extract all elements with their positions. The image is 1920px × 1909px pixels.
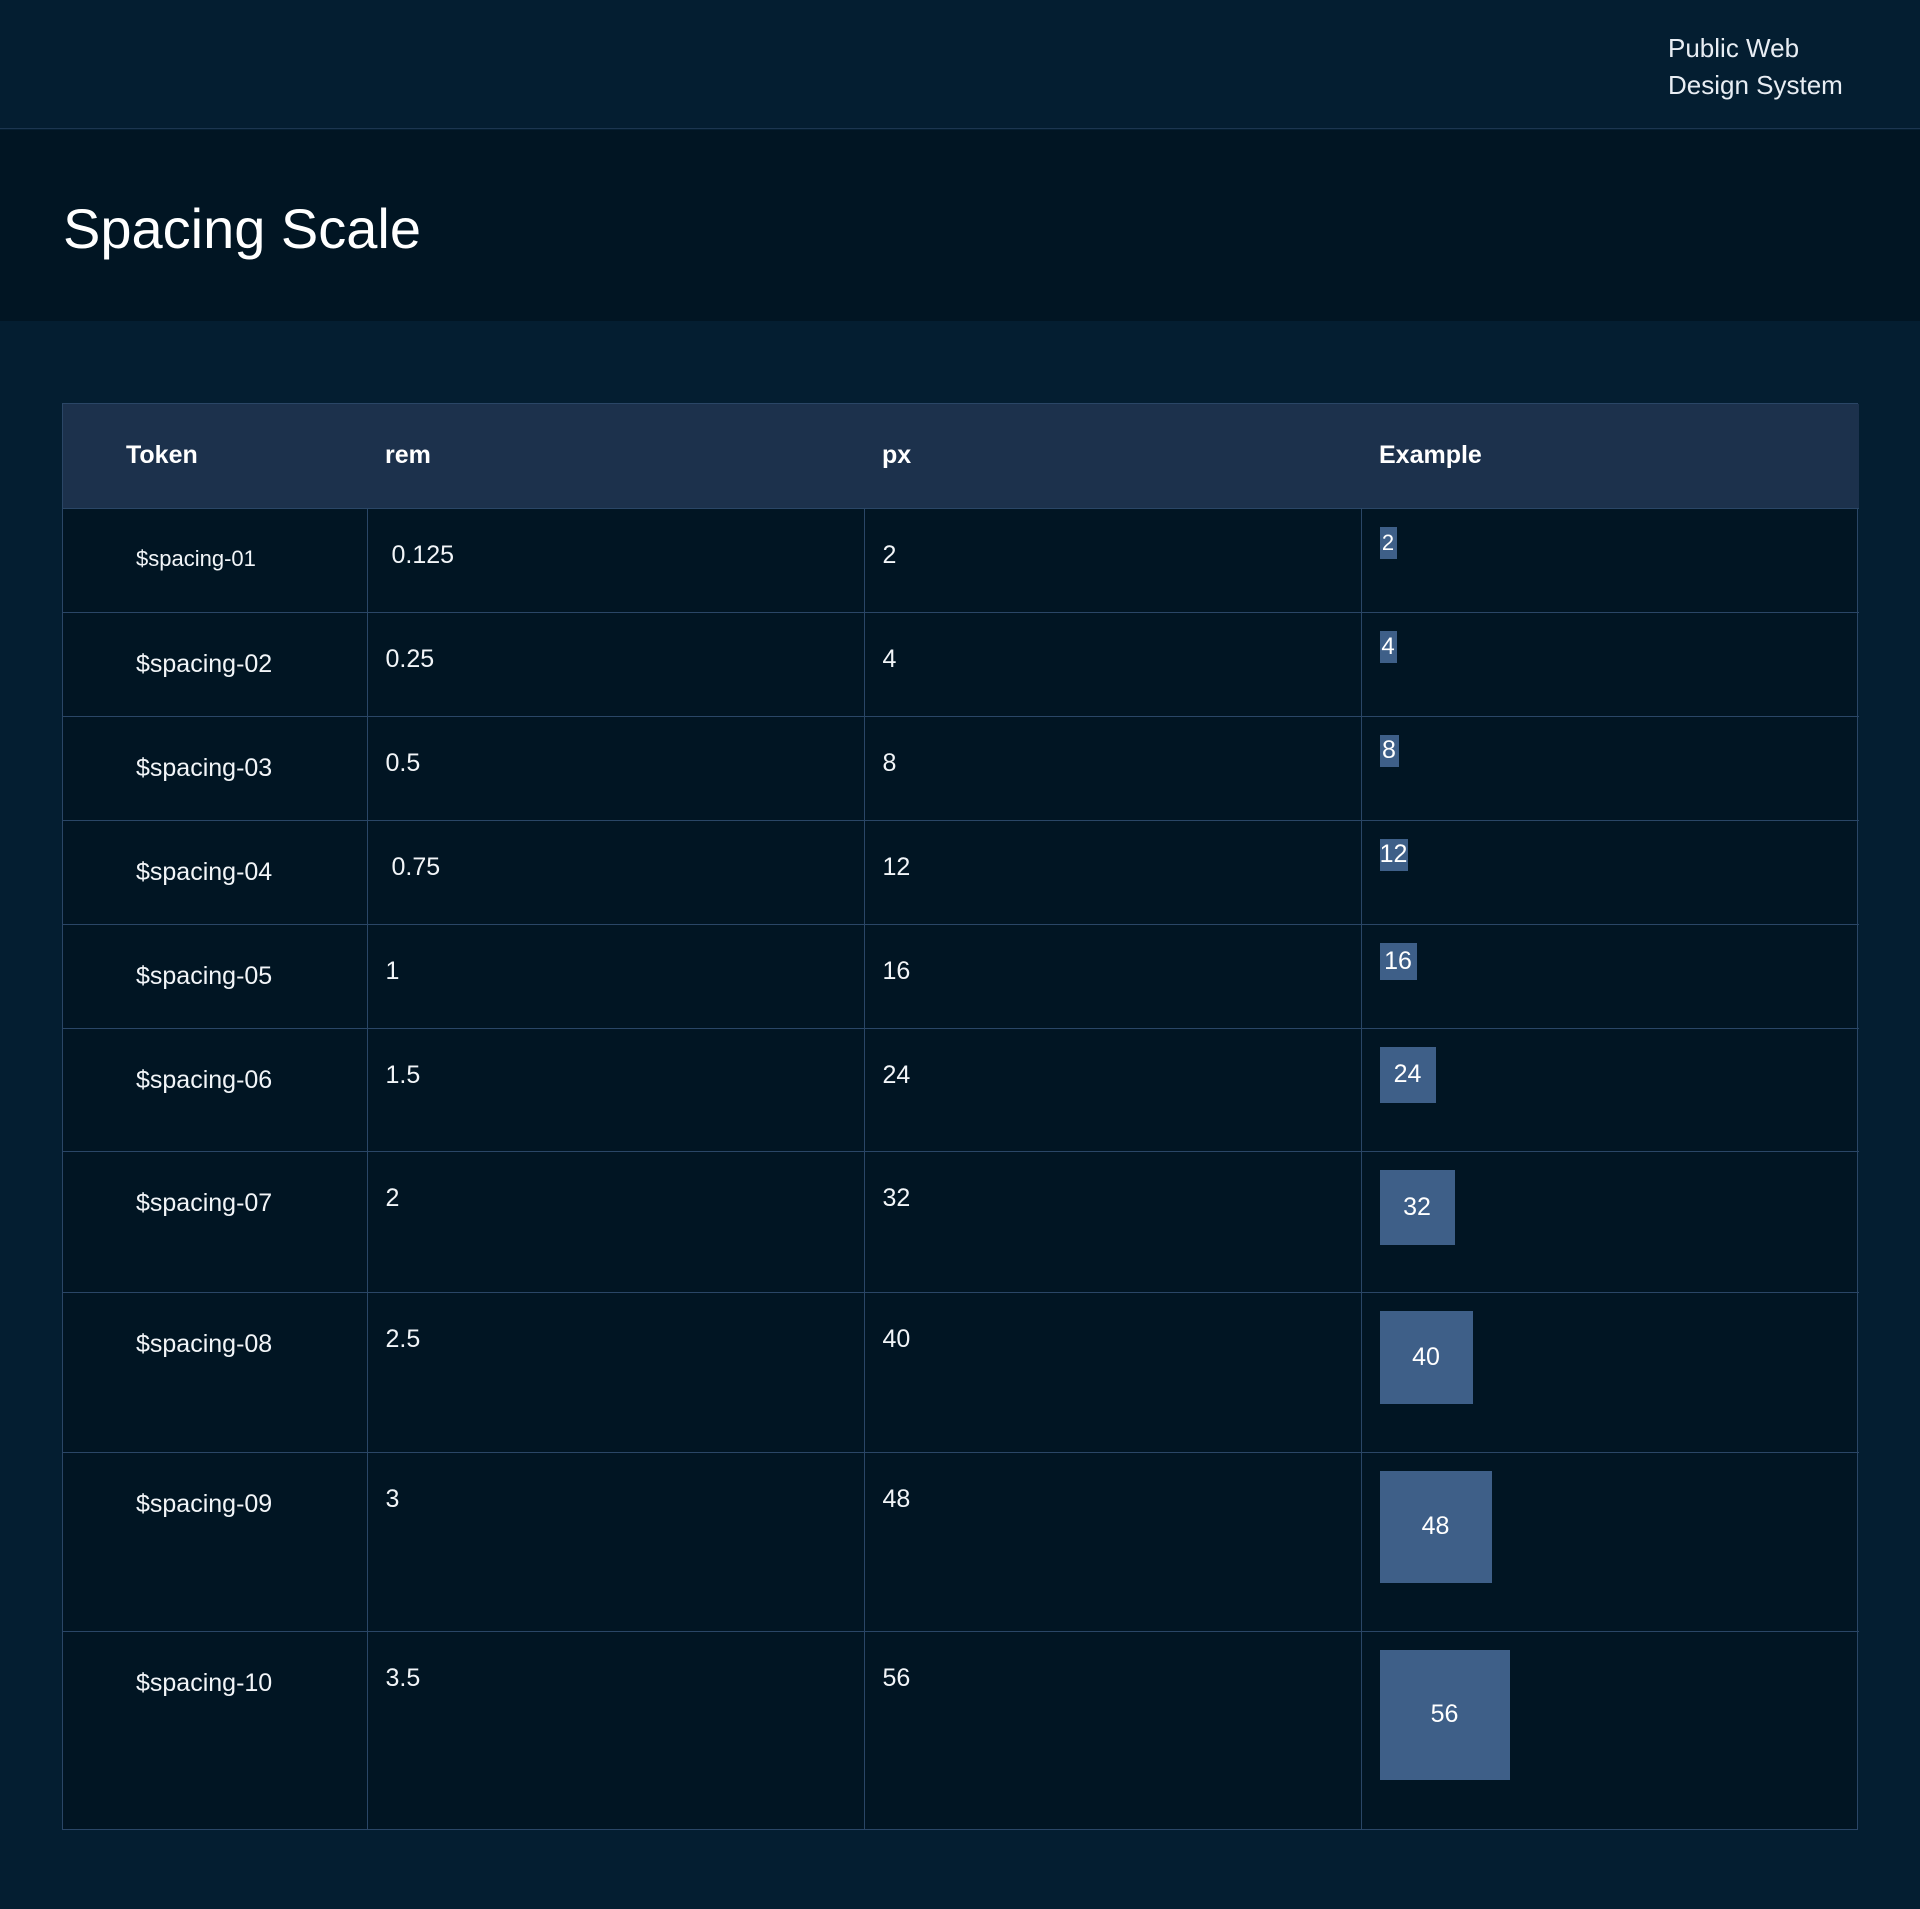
brand-line-2: Design System xyxy=(1668,70,1843,100)
example-cell: 8 xyxy=(1360,715,1859,820)
table-row: $spacing-03 0.5 8 8 xyxy=(63,715,1859,820)
rem-cell: 3.5 xyxy=(366,1630,864,1829)
spacing-swatch: 8 xyxy=(1379,734,1399,767)
px-cell: 40 xyxy=(863,1291,1361,1452)
hero-banner: Spacing Scale xyxy=(0,130,1920,321)
rem-cell: 2 xyxy=(366,1150,864,1292)
column-header-token: Token xyxy=(126,441,198,470)
px-cell: 12 xyxy=(863,819,1361,924)
top-bar: Public Web Design System xyxy=(0,0,1920,129)
token-cell: $spacing-07 xyxy=(63,1150,367,1292)
example-cell: 56 xyxy=(1360,1630,1859,1829)
table-body: $spacing-01 0.125 2 2 $spacing-02 0.25 4 4 $spac… xyxy=(63,507,1859,1829)
rem-cell: 1.5 xyxy=(366,1027,864,1151)
rem-cell: 3 xyxy=(366,1451,864,1631)
example-cell: 24 xyxy=(1360,1027,1859,1151)
column-header-rem: rem xyxy=(385,441,431,470)
example-cell: 40 xyxy=(1360,1291,1859,1452)
token-cell: $spacing-01 xyxy=(63,507,367,612)
px-cell: 24 xyxy=(863,1027,1361,1151)
brand-name[interactable]: Public Web Design System xyxy=(1668,30,1858,104)
example-cell: 32 xyxy=(1360,1150,1859,1292)
token-cell: $spacing-03 xyxy=(63,715,367,820)
rem-cell: 0.25 xyxy=(366,611,864,716)
spacing-swatch: 2 xyxy=(1379,526,1397,559)
spacing-swatch: 48 xyxy=(1379,1470,1492,1583)
example-cell: 16 xyxy=(1360,923,1859,1028)
spacing-table: Token rem px Example $spacing-01 0.125 2 2 $… xyxy=(63,404,1859,1829)
brand-line-1: Public Web xyxy=(1668,33,1800,63)
token-cell: $spacing-04 xyxy=(63,819,367,924)
spacing-swatch: 56 xyxy=(1379,1649,1510,1780)
table-row: $spacing-05 1 16 16 xyxy=(63,923,1859,1028)
px-cell: 56 xyxy=(863,1630,1361,1829)
table-row: $spacing-04 0.75 12 12 xyxy=(63,819,1859,924)
px-cell: 8 xyxy=(863,715,1361,820)
rem-cell: 0.75 xyxy=(366,819,864,924)
spacing-swatch: 4 xyxy=(1379,630,1397,663)
token-cell: $spacing-02 xyxy=(63,611,367,716)
page-title: Spacing Scale xyxy=(63,197,422,260)
token-cell: $spacing-06 xyxy=(63,1027,367,1151)
token-cell: $spacing-09 xyxy=(63,1451,367,1631)
token-cell: $spacing-05 xyxy=(63,923,367,1028)
column-header-px: px xyxy=(882,441,912,470)
px-cell: 32 xyxy=(863,1150,1361,1292)
rem-cell: 1 xyxy=(366,923,864,1028)
table-row: $spacing-08 2.5 40 40 xyxy=(63,1291,1859,1452)
spacing-swatch: 24 xyxy=(1379,1046,1436,1103)
table-row: $spacing-02 0.25 4 4 xyxy=(63,611,1859,716)
px-cell: 48 xyxy=(863,1451,1361,1631)
example-cell: 2 xyxy=(1360,507,1859,612)
px-cell: 4 xyxy=(863,611,1361,716)
px-cell: 2 xyxy=(863,507,1361,612)
table-row: $spacing-07 2 32 32 xyxy=(63,1150,1859,1292)
token-cell: $spacing-08 xyxy=(63,1291,367,1452)
px-cell: 16 xyxy=(863,923,1361,1028)
spacing-swatch: 32 xyxy=(1379,1169,1455,1245)
rem-cell: 2.5 xyxy=(366,1291,864,1452)
rem-cell: 0.125 xyxy=(366,507,864,612)
rem-cell: 0.5 xyxy=(366,715,864,820)
table-header-row: Token rem px Example xyxy=(63,404,1859,508)
example-cell: 4 xyxy=(1360,611,1859,716)
table-row: $spacing-01 0.125 2 2 xyxy=(63,507,1859,612)
table-row: $spacing-09 3 48 48 xyxy=(63,1451,1859,1631)
spacing-swatch: 40 xyxy=(1379,1310,1473,1404)
spacing-table-container: Token rem px Example $spacing-01 0.125 2 2 $… xyxy=(62,403,1859,1830)
example-cell: 48 xyxy=(1360,1451,1859,1631)
table-row: $spacing-10 3.5 56 56 xyxy=(63,1630,1859,1829)
spacing-swatch: 16 xyxy=(1379,942,1417,980)
spacing-swatch: 12 xyxy=(1379,838,1408,871)
example-cell: 12 xyxy=(1360,819,1859,924)
column-header-example: Example xyxy=(1379,441,1482,470)
token-cell: $spacing-10 xyxy=(63,1630,367,1829)
table-row: $spacing-06 1.5 24 24 xyxy=(63,1027,1859,1151)
